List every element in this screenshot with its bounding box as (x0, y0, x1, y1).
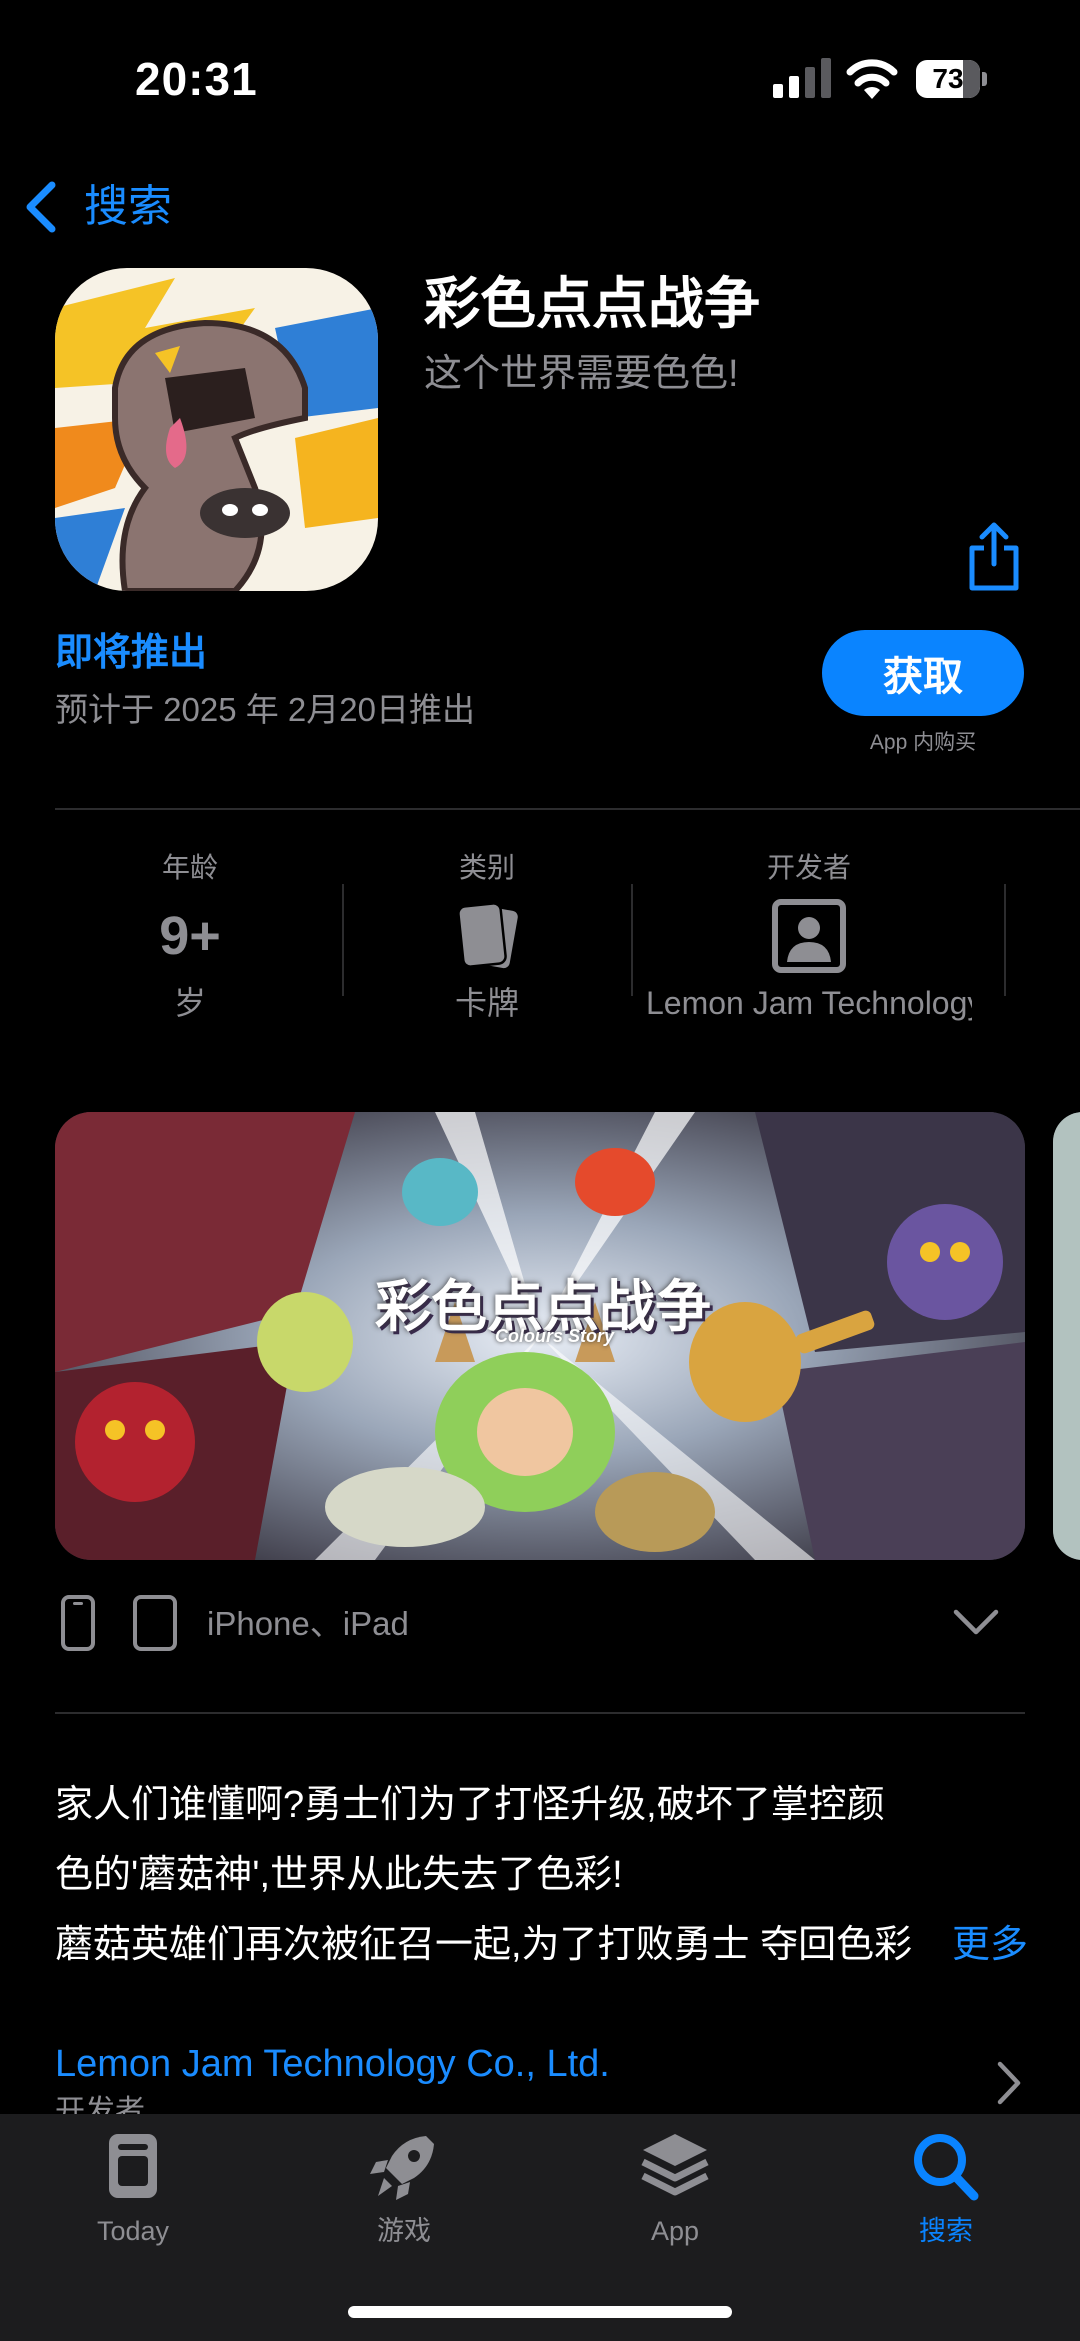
tab-label: 游戏 (377, 2216, 431, 2246)
developer-header: 开发者 (766, 852, 851, 883)
today-icon (109, 2134, 157, 2198)
person-icon (772, 899, 846, 973)
age-value: 9+ (159, 906, 221, 966)
coming-soon-label: 即将推出 (55, 632, 208, 674)
app-description: 家人们谁懂啊?勇士们为了打怪升级,破坏了掌控颜 色的'蘑菇神',世界从此失去了色… (55, 1770, 1035, 1980)
status-time: 20:31 (135, 53, 258, 105)
description-line: 家人们谁懂啊?勇士们为了打怪升级,破坏了掌控颜 (55, 1784, 885, 1826)
tab-today[interactable]: Today (33, 2126, 233, 2250)
ipad-icon (133, 1595, 177, 1651)
info-separator (1004, 884, 1006, 996)
description-line: 色的'蘑菇神',世界从此失去了色彩! (55, 1854, 623, 1896)
app-title: 彩色点点战争 (424, 272, 760, 335)
divider (55, 808, 1080, 810)
home-indicator[interactable] (348, 2306, 732, 2318)
search-icon (914, 2134, 979, 2201)
wifi-icon (846, 59, 898, 99)
tab-label: 搜索 (919, 2216, 973, 2246)
info-separator (342, 884, 344, 996)
age-header: 年龄 (161, 852, 218, 883)
battery-indicator: 73 (916, 60, 988, 98)
screenshot-image[interactable]: 彩色点点战争 Colours Story (55, 1112, 1025, 1560)
layers-icon (641, 2134, 709, 2196)
iphone-icon (61, 1595, 95, 1651)
rocket-icon (370, 2136, 434, 2200)
developer-footer: Lemon Jam Technology Co., Ltd. (646, 985, 972, 1021)
age-footer: 岁 (173, 985, 206, 1021)
chevron-down-icon[interactable] (952, 1606, 1000, 1640)
tab-label: Today (96, 2216, 170, 2246)
divider (55, 1712, 1025, 1714)
in-app-purchase-note: App 内购买 (869, 731, 977, 754)
description-line: 蘑菇英雄们再次被征召一起,为了打败勇士 夺回色彩 (55, 1924, 913, 1966)
app-subtitle: 这个世界需要色色! (424, 353, 739, 395)
get-button[interactable]: 获取 (822, 630, 1024, 716)
category-header: 类别 (458, 852, 515, 883)
cellular-signal-icon (773, 58, 831, 98)
app-icon (55, 268, 378, 591)
device-compatibility: iPhone、iPad (207, 1605, 409, 1642)
chevron-right-icon[interactable] (994, 2060, 1024, 2106)
back-button[interactable]: 搜索 (84, 180, 172, 234)
back-chevron-icon[interactable] (20, 180, 60, 234)
more-link[interactable]: 更多 (938, 1910, 1029, 1980)
info-age: 年龄 9+ 岁 (55, 838, 325, 1038)
info-separator (631, 884, 633, 996)
tab-games[interactable]: 游戏 (304, 2126, 504, 2250)
tab-search[interactable]: 搜索 (846, 2126, 1046, 2250)
screenshot-logo-sub: Colours Story (495, 1326, 615, 1346)
info-developer[interactable]: 开发者 Lemon Jam Technology Co., Ltd. (646, 838, 972, 1038)
tab-apps[interactable]: App (575, 2126, 775, 2250)
release-date: 预计于 2025 年 2月20日推出 (55, 691, 475, 728)
share-icon[interactable] (966, 520, 1022, 592)
cards-icon (457, 902, 518, 969)
developer-link[interactable]: Lemon Jam Technology Co., Ltd. (55, 2036, 610, 2092)
tab-label: App (650, 2216, 700, 2246)
next-screenshot[interactable] (1053, 1112, 1080, 1560)
battery-level: 73 (932, 63, 964, 94)
category-footer: 卡牌 (454, 985, 519, 1021)
info-category[interactable]: 类别 卡牌 (352, 838, 622, 1038)
